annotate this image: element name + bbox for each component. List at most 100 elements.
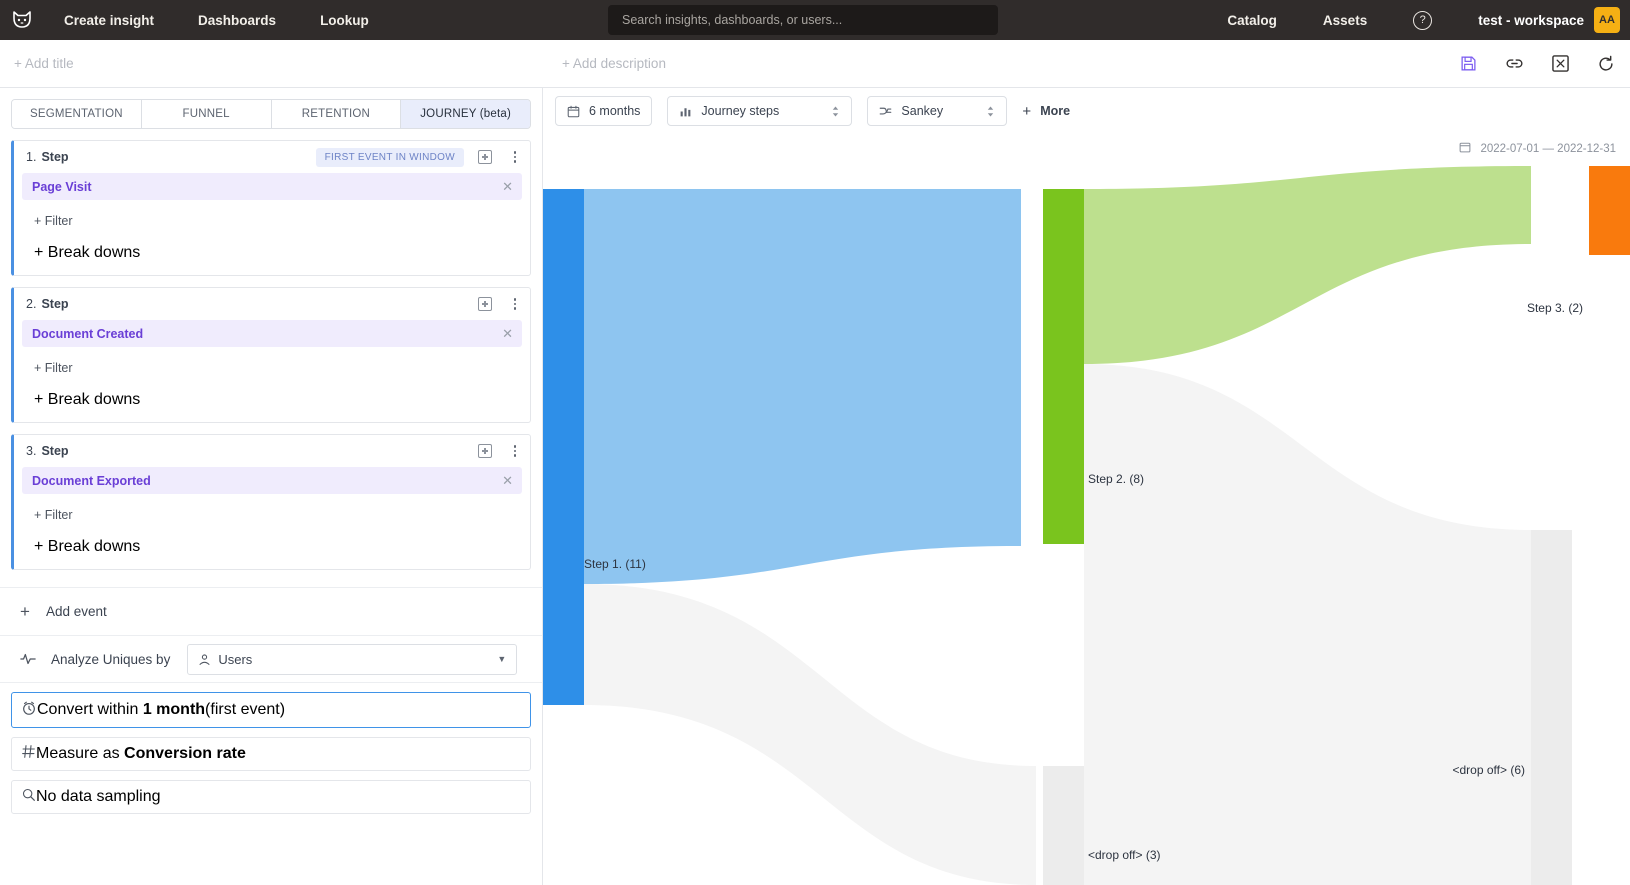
sankey-link-step2-step3[interactable]	[1084, 166, 1531, 364]
step-breakdown-row: + Break downs	[14, 524, 530, 569]
remove-event-icon[interactable]: ✕	[502, 327, 513, 340]
add-filter-button[interactable]: + Filter	[34, 214, 73, 228]
analyze-uniques-row: Analyze Uniques by Users ▼	[0, 636, 542, 683]
step-menu-icon[interactable]	[508, 443, 522, 459]
plus-icon: +	[1022, 103, 1031, 120]
measure-as-row[interactable]: Measure as Conversion rate	[11, 737, 531, 771]
visualization-select[interactable]: Sankey	[867, 96, 1007, 126]
uniques-select[interactable]: Users ▼	[187, 644, 517, 675]
add-event-button[interactable]: + Add event	[0, 587, 542, 636]
add-step-icon[interactable]	[478, 150, 492, 164]
step-breakdown-row: + Break downs	[14, 230, 530, 275]
step-filter-row: + Filter	[14, 347, 530, 377]
date-range-label: 6 months	[589, 104, 640, 118]
close-boxed-icon[interactable]	[1550, 54, 1570, 74]
avatar[interactable]: AA	[1594, 7, 1620, 33]
convert-value: 1 month	[143, 701, 205, 718]
date-range-button[interactable]: 6 months	[555, 96, 652, 126]
user-icon	[198, 653, 211, 666]
step-label: Step	[41, 444, 68, 458]
sankey-node-step1[interactable]	[543, 189, 584, 705]
nav-catalog[interactable]: Catalog	[1227, 13, 1277, 28]
insight-title-bar: + Add title + Add description	[0, 40, 1630, 88]
global-search-input[interactable]: Search insights, dashboards, or users...	[608, 5, 998, 35]
analyze-uniques-label: Analyze Uniques by	[51, 652, 170, 667]
add-event-label: Add event	[46, 604, 107, 619]
nav-dashboards[interactable]: Dashboards	[198, 13, 276, 28]
tab-retention[interactable]: RETENTION	[272, 100, 402, 128]
help-icon[interactable]: ?	[1413, 11, 1432, 30]
sankey-node-step3[interactable]	[1589, 166, 1630, 255]
sankey-svg: Step 1. (11) Step 2. (8) Step 3. (2) <dr…	[543, 166, 1630, 885]
insight-type-tabs: SEGMENTATION FUNNEL RETENTION JOURNEY (b…	[11, 99, 531, 129]
sankey-link-step1-step2[interactable]	[584, 189, 1021, 584]
event-chip[interactable]: Document Created ✕	[22, 320, 522, 347]
nav-assets[interactable]: Assets	[1323, 13, 1367, 28]
event-chip[interactable]: Page Visit ✕	[22, 173, 522, 200]
convert-within-row[interactable]: Convert within 1 month (first event)	[11, 692, 531, 728]
remove-event-icon[interactable]: ✕	[502, 474, 513, 487]
add-breakdown-button[interactable]: + Break downs	[34, 538, 140, 555]
add-filter-button[interactable]: + Filter	[34, 361, 73, 375]
step-card-header: 2. Step	[14, 288, 530, 320]
status-badge: FIRST EVENT IN WINDOW	[316, 148, 464, 167]
add-breakdown-button[interactable]: + Break downs	[34, 244, 140, 261]
step-index: 2.	[26, 297, 36, 311]
sankey-label-step3: Step 3. (2)	[1527, 301, 1583, 315]
sankey-icon	[879, 105, 892, 118]
convert-hint: (first event)	[205, 701, 285, 719]
remove-event-icon[interactable]: ✕	[502, 180, 513, 193]
event-chip[interactable]: Document Exported ✕	[22, 467, 522, 494]
nav-create-insight[interactable]: Create insight	[64, 13, 154, 28]
sankey-node-step2[interactable]	[1043, 189, 1084, 544]
sankey-link-dropoff-1[interactable]	[584, 584, 1036, 885]
sankey-node-dropoff-3[interactable]	[1043, 766, 1084, 885]
add-title-button[interactable]: + Add title	[14, 56, 74, 71]
tab-journey[interactable]: JOURNEY (beta)	[401, 100, 530, 128]
event-name[interactable]: Page Visit	[32, 180, 92, 194]
step-menu-icon[interactable]	[508, 149, 522, 165]
sankey-link-dropoff-2[interactable]	[1084, 364, 1531, 885]
tab-funnel[interactable]: FUNNEL	[142, 100, 272, 128]
data-sampling-label: No data sampling	[36, 788, 161, 806]
metric-select-value: Journey steps	[701, 104, 779, 118]
select-stepper-icon	[831, 105, 840, 118]
sankey-label-step1: Step 1. (11)	[584, 557, 646, 571]
step-card: 2. Step Document Created ✕ + Filter + Bre…	[11, 287, 531, 423]
cat-logo-icon[interactable]	[8, 6, 36, 34]
titlebar-actions	[1458, 54, 1616, 74]
bar-chart-icon	[679, 105, 692, 118]
timer-icon	[21, 700, 37, 721]
event-name[interactable]: Document Exported	[32, 474, 151, 488]
refresh-icon[interactable]	[1596, 54, 1616, 74]
step-filter-row: + Filter	[14, 200, 530, 230]
add-description-button[interactable]: + Add description	[562, 56, 666, 71]
step-index: 1.	[26, 150, 36, 164]
workspace-name[interactable]: test - workspace	[1478, 13, 1584, 28]
chevron-down-icon: ▼	[497, 654, 506, 664]
more-options-button[interactable]: + More	[1022, 103, 1070, 120]
event-name[interactable]: Document Created	[32, 327, 143, 341]
save-icon[interactable]	[1458, 54, 1478, 74]
search-placeholder: Search insights, dashboards, or users...	[622, 13, 842, 27]
nav-lookup[interactable]: Lookup	[320, 13, 369, 28]
step-title: 1.Step	[26, 150, 69, 164]
select-stepper-icon	[986, 105, 995, 118]
calendar-icon	[567, 105, 580, 118]
calendar-icon	[1459, 141, 1471, 156]
convert-within-label: Convert within 1 month	[37, 701, 205, 719]
step-label: Step	[41, 297, 68, 311]
add-filter-button[interactable]: + Filter	[34, 508, 73, 522]
add-step-icon[interactable]	[478, 444, 492, 458]
convert-prefix: Convert within	[37, 701, 138, 718]
link-icon[interactable]	[1504, 54, 1524, 74]
tab-segmentation[interactable]: SEGMENTATION	[12, 100, 142, 128]
add-step-icon[interactable]	[478, 297, 492, 311]
query-builder-panel: SEGMENTATION FUNNEL RETENTION JOURNEY (b…	[0, 88, 543, 885]
data-sampling-row[interactable]: No data sampling	[11, 780, 531, 814]
sankey-node-dropoff-6[interactable]	[1531, 530, 1572, 885]
metric-select[interactable]: Journey steps	[667, 96, 852, 126]
step-menu-icon[interactable]	[508, 296, 522, 312]
primary-nav-links: Create insight Dashboards Lookup	[64, 13, 413, 28]
add-breakdown-button[interactable]: + Break downs	[34, 391, 140, 408]
